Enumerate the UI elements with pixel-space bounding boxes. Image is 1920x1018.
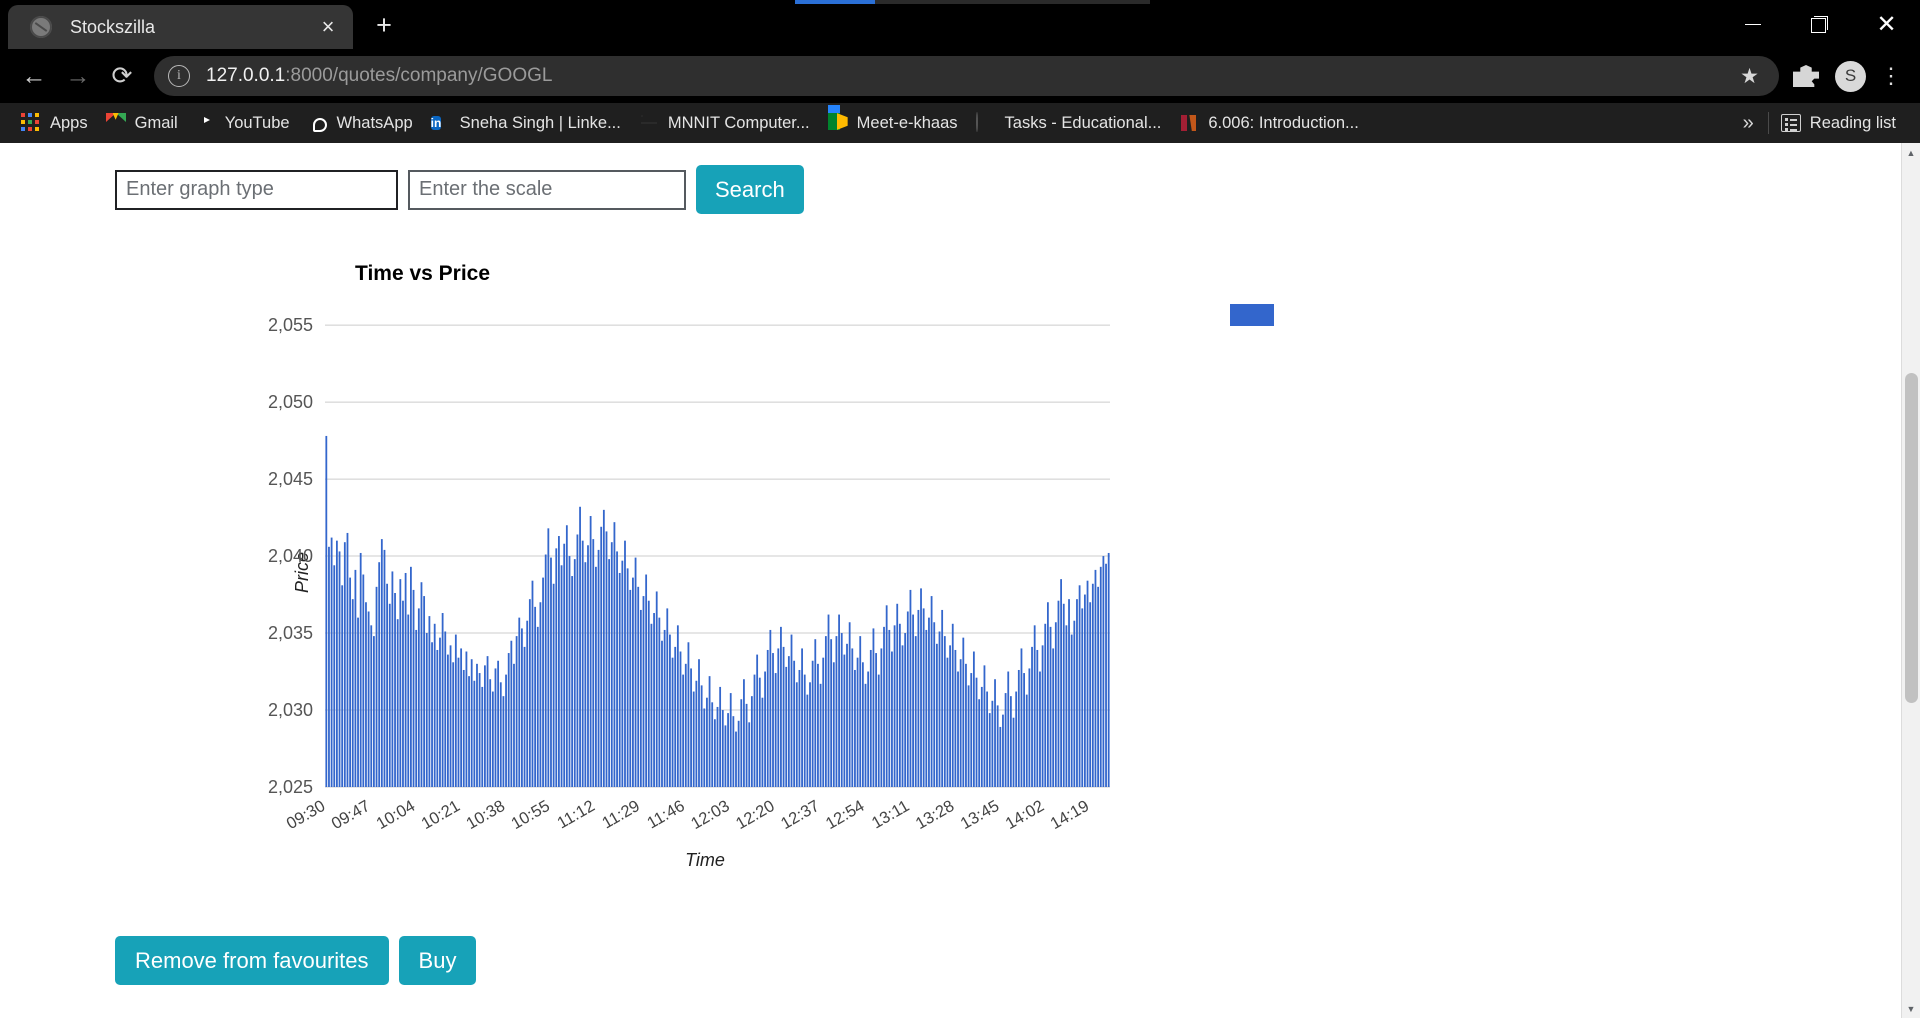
back-arrow-icon[interactable]: ← <box>12 54 56 98</box>
google-meet-icon <box>827 105 848 133</box>
url-text: 127.0.0.1:8000/quotes/company/GOOGL <box>206 65 552 87</box>
scrollbar-thumb[interactable] <box>1905 373 1918 703</box>
minimize-icon[interactable] <box>1719 0 1786 49</box>
svg-text:10:04: 10:04 <box>373 797 418 833</box>
svg-text:13:11: 13:11 <box>869 797 913 833</box>
svg-text:2,055: 2,055 <box>268 315 313 335</box>
page-load-progress <box>795 0 1150 4</box>
globe-icon <box>639 113 659 133</box>
svg-text:13:45: 13:45 <box>958 797 1003 833</box>
new-tab-button[interactable]: + <box>367 10 401 44</box>
mit-icon <box>1179 113 1199 133</box>
svg-text:10:21: 10:21 <box>418 797 463 833</box>
address-bar[interactable]: i 127.0.0.1:8000/quotes/company/GOOGL ★ <box>154 56 1779 96</box>
navigation-bar: ← → ⟳ i 127.0.0.1:8000/quotes/company/GO… <box>0 49 1920 103</box>
tab-title: Stockszilla <box>70 16 156 37</box>
svg-text:12:03: 12:03 <box>688 797 733 833</box>
bookmarks-overflow-icon[interactable]: » <box>1729 112 1768 135</box>
bookmark-youtube[interactable]: YouTube <box>187 108 299 138</box>
bar-chart-plot: 2,025 2,030 2,035 2,040 2,045 2,050 2,055 09:30… <box>268 315 1110 833</box>
bookmark-label: Gmail <box>134 113 178 132</box>
youtube-icon <box>196 113 216 133</box>
bookmark-label: Sneha Singh | Linke... <box>459 113 621 132</box>
gmail-icon <box>106 113 126 133</box>
svg-text:2,025: 2,025 <box>268 777 313 797</box>
svg-text:12:37: 12:37 <box>778 797 823 833</box>
legend-swatch[interactable] <box>1230 304 1274 326</box>
close-icon[interactable]: ✕ <box>1853 0 1920 49</box>
chart-container: Time vs Price Price Time 2,025 2,030 2,035… <box>110 242 1274 922</box>
svg-text:2,045: 2,045 <box>268 469 313 489</box>
chrome-menu-icon[interactable]: ⋮ <box>1874 65 1908 87</box>
reading-list-button[interactable]: Reading list <box>1769 114 1908 133</box>
svg-text:11:29: 11:29 <box>599 797 643 833</box>
bookmark-mnnit[interactable]: MNNIT Computer... <box>630 108 819 138</box>
search-button[interactable]: Search <box>696 165 804 214</box>
page-scrollbar[interactable]: ▲ ▼ <box>1901 143 1920 1018</box>
svg-text:2,040: 2,040 <box>268 546 313 566</box>
bookmark-label: 6.006: Introduction... <box>1208 113 1359 132</box>
apps-grid-icon <box>21 113 41 133</box>
svg-text:10:38: 10:38 <box>463 797 508 833</box>
x-axis-label: Time <box>685 850 725 870</box>
info-circle-icon[interactable]: i <box>168 65 190 87</box>
page-viewport: Search Time vs Price Price Time 2,0252,0… <box>0 143 1920 1018</box>
search-form: Search <box>0 143 1901 214</box>
bookmark-linkedin[interactable]: in Sneha Singh | Linke... <box>422 108 630 138</box>
bookmark-label: Apps <box>50 113 88 132</box>
bookmark-mit-6006[interactable]: 6.006: Introduction... <box>1170 108 1367 138</box>
svg-text:14:02: 14:02 <box>1002 797 1047 833</box>
whatsapp-icon <box>308 113 328 133</box>
bookmark-apps[interactable]: Apps <box>12 108 97 138</box>
bookmarks-bar: Apps Gmail YouTube WhatsApp in Sneha Sin… <box>0 103 1920 143</box>
remove-from-favourites-button[interactable]: Remove from favourites <box>115 936 389 985</box>
svg-text:2,035: 2,035 <box>268 623 313 643</box>
svg-text:11:46: 11:46 <box>644 797 688 833</box>
bookmark-whatsapp[interactable]: WhatsApp <box>299 108 422 138</box>
svg-text:09:30: 09:30 <box>284 797 329 833</box>
bookmark-label: MNNIT Computer... <box>667 113 810 132</box>
tab-strip: Stockszilla × + ✕ <box>0 0 1920 49</box>
svg-text:11:12: 11:12 <box>554 797 598 833</box>
svg-text:10:55: 10:55 <box>508 797 553 833</box>
bookmark-tasks[interactable]: Tasks - Educational... <box>967 108 1171 138</box>
page-content: Search Time vs Price Price Time 2,0252,0… <box>0 143 1901 1018</box>
url-path: :8000/quotes/company/GOOGL <box>285 65 553 86</box>
generic-site-icon <box>975 112 996 133</box>
linkedin-icon: in <box>430 116 442 130</box>
svg-text:14:19: 14:19 <box>1047 797 1092 833</box>
svg-text:12:20: 12:20 <box>733 797 778 833</box>
bookmark-label: Tasks - Educational... <box>1004 113 1162 132</box>
browser-tab[interactable]: Stockszilla × <box>8 5 353 49</box>
forward-arrow-icon[interactable]: → <box>56 54 100 98</box>
action-buttons: Remove from favourites Buy <box>0 936 1901 985</box>
close-icon[interactable]: × <box>313 12 343 42</box>
reading-list-label: Reading list <box>1809 113 1896 132</box>
svg-text:2,030: 2,030 <box>268 700 313 720</box>
svg-text:2,050: 2,050 <box>268 392 313 412</box>
scroll-up-icon[interactable]: ▲ <box>1902 143 1920 162</box>
reload-icon[interactable]: ⟳ <box>100 54 144 98</box>
reading-list-icon <box>1780 114 1801 132</box>
svg-text:09:47: 09:47 <box>328 797 373 833</box>
bookmark-star-icon[interactable]: ★ <box>1734 64 1765 89</box>
bookmark-label: YouTube <box>224 113 290 132</box>
browser-window: Stockszilla × + ✕ ← → ⟳ i 127.0.0.1:8000… <box>0 0 1920 1018</box>
bookmark-label: WhatsApp <box>336 113 413 132</box>
bookmark-label: Meet-e-khaas <box>856 113 958 132</box>
scroll-down-icon[interactable]: ▼ <box>1902 999 1920 1018</box>
url-host: 127.0.0.1 <box>206 65 286 86</box>
avatar[interactable]: S <box>1835 60 1866 92</box>
graph-type-input[interactable] <box>115 169 398 210</box>
restore-icon[interactable] <box>1786 0 1853 49</box>
window-controls: ✕ <box>1719 0 1920 49</box>
buy-button[interactable]: Buy <box>398 936 477 985</box>
scale-input[interactable] <box>408 169 686 210</box>
bookmark-meet[interactable]: Meet-e-khaas <box>819 105 967 138</box>
globe-icon <box>30 16 52 38</box>
svg-text:12:54: 12:54 <box>823 797 868 833</box>
puzzle-piece-icon[interactable] <box>1793 65 1819 87</box>
svg-text:13:28: 13:28 <box>913 797 958 833</box>
bookmark-gmail[interactable]: Gmail <box>97 108 187 138</box>
